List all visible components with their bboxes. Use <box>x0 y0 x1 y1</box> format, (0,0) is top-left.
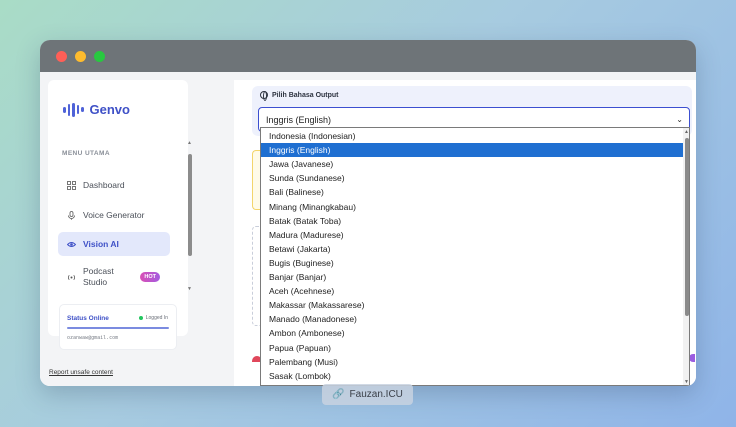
language-option[interactable]: Manado (Manadonese) <box>261 312 683 326</box>
dropdown-scroll-thumb[interactable] <box>685 138 689 316</box>
sidebar-item-label: Vision AI <box>83 239 119 249</box>
scroll-up-arrow-icon[interactable]: ▲ <box>187 140 192 146</box>
hot-badge: HOT <box>140 272 160 282</box>
sidebar-item-label: Podcast Studio <box>83 266 114 287</box>
minimize-window-button[interactable] <box>75 50 86 62</box>
sidebar-item-label: Dashboard <box>83 180 125 190</box>
language-option[interactable]: Bugis (Buginese) <box>261 256 683 270</box>
language-option[interactable]: Madura (Madurese) <box>261 228 683 242</box>
language-dropdown-list[interactable]: Indonesia (Indonesian) Inggris (English) J… <box>260 127 690 386</box>
scroll-up-arrow-icon[interactable]: ▲ <box>684 129 689 135</box>
maximize-window-button[interactable] <box>94 50 105 62</box>
language-option[interactable]: Inggris (English) <box>261 143 683 158</box>
language-option[interactable]: Betawi (Jakarta) <box>261 242 683 256</box>
grid-icon <box>67 180 76 190</box>
status-card: Status Online Logged In ozanwaw@gmail.co… <box>59 304 177 350</box>
window-titlebar <box>40 40 696 72</box>
browser-window: Genvo MENU UTAMA Dashboard Voice Generat… <box>40 40 696 386</box>
language-option[interactable]: Sasak (Lombok) <box>261 369 683 383</box>
language-option[interactable]: Makassar (Makassarese) <box>261 298 683 312</box>
language-option[interactable]: Jawa (Javanese) <box>261 157 683 171</box>
menu-section-title: MENU UTAMA <box>62 150 110 157</box>
report-unsafe-link[interactable]: Report unsafe content <box>49 369 113 376</box>
status-state: Logged In <box>145 315 168 321</box>
broadcast-icon <box>67 273 76 282</box>
online-dot-icon <box>138 316 143 320</box>
chevron-down-icon: ⌄ <box>676 115 683 124</box>
link-icon: 🔗 <box>332 389 345 400</box>
language-label-text: Pilih Bahasa Output <box>272 91 339 99</box>
sidebar-item-voice-generator[interactable]: Voice Generator <box>58 203 170 227</box>
status-badge: Logged In <box>138 315 168 321</box>
language-select-value: Inggris (English) <box>266 114 332 125</box>
sidebar-item-podcast-studio[interactable]: Podcast Studio HOT <box>58 262 170 292</box>
language-option[interactable]: Banjar (Banjar) <box>261 270 683 284</box>
language-option[interactable]: Sunda (Sundanese) <box>261 171 683 185</box>
brand-name: Genvo <box>89 102 130 117</box>
globe-icon <box>260 91 268 101</box>
sidebar-item-vision-ai[interactable]: Vision AI <box>58 232 170 256</box>
status-title: Status Online <box>67 315 109 322</box>
language-option[interactable]: Palembang (Musi) <box>261 355 683 369</box>
language-label: Pilih Bahasa Output <box>260 91 339 101</box>
sidebar-item-label: Voice Generator <box>83 210 145 220</box>
watermark-caption: 🔗 Fauzan.ICU <box>322 384 413 405</box>
sidebar-scrollbar[interactable] <box>188 154 192 256</box>
language-option[interactable]: Ambon (Ambonese) <box>261 326 683 340</box>
soundwave-icon <box>63 102 84 117</box>
language-option[interactable]: Bali (Balinese) <box>261 185 683 199</box>
microphone-icon <box>67 210 76 220</box>
scroll-down-arrow-icon[interactable]: ▼ <box>187 286 192 292</box>
status-bar <box>67 327 169 329</box>
sidebar: Genvo MENU UTAMA Dashboard Voice Generat… <box>48 80 192 336</box>
language-option[interactable]: Batak (Batak Toba) <box>261 214 683 228</box>
close-window-button[interactable] <box>56 50 67 62</box>
language-option[interactable]: Indonesia (Indonesian) <box>261 129 683 143</box>
eye-icon <box>66 240 77 249</box>
scroll-down-arrow-icon[interactable]: ▼ <box>684 379 689 385</box>
dropdown-scrollbar[interactable]: ▲ ▼ <box>683 128 689 385</box>
language-option[interactable]: Minang (Minangkabau) <box>261 200 683 214</box>
language-option[interactable]: Papua (Papuan) <box>261 341 683 355</box>
caption-text: Fauzan.ICU <box>349 389 403 400</box>
language-option[interactable]: Aceh (Acehnese) <box>261 284 683 298</box>
brand-logo[interactable]: Genvo <box>63 102 130 117</box>
sidebar-item-dashboard[interactable]: Dashboard <box>58 173 170 197</box>
user-email: ozanwaw@gmail.com <box>67 335 119 341</box>
